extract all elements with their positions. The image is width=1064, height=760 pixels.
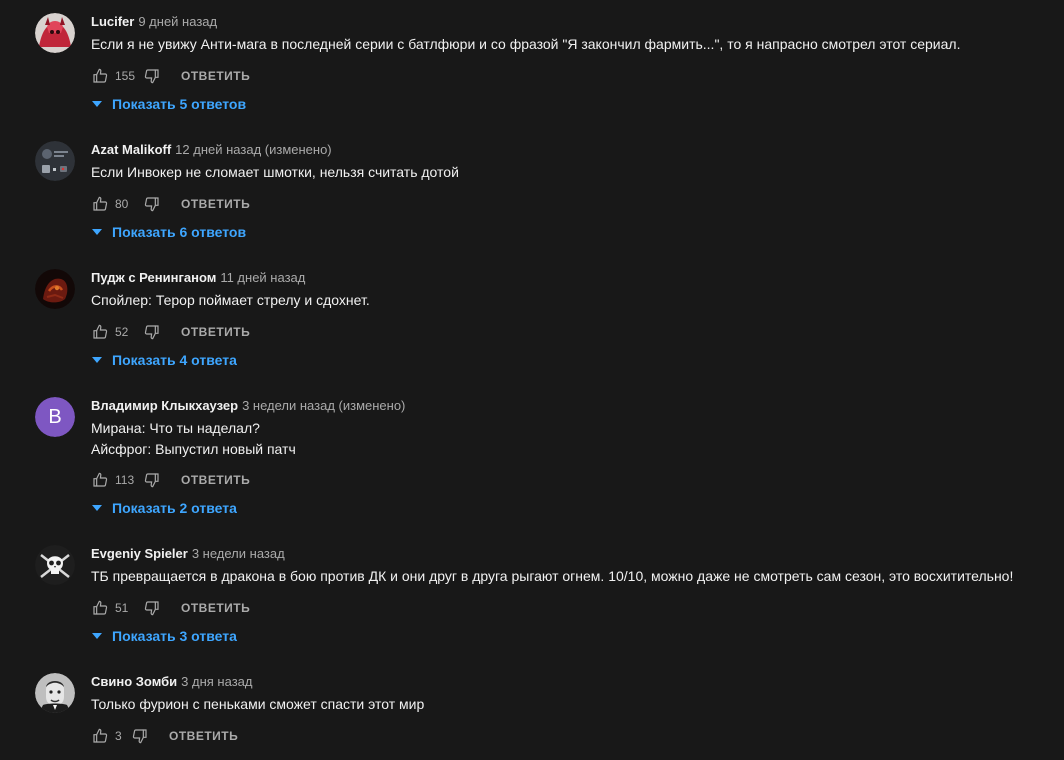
avatar-letter: В — [35, 397, 75, 437]
like-count: 3 — [115, 729, 122, 743]
show-replies-button[interactable]: Показать 2 ответа — [91, 498, 237, 518]
comment-timestamp[interactable]: 3 дня назад — [181, 674, 252, 689]
like-icon[interactable] — [91, 727, 109, 745]
comment-timestamp[interactable]: 11 дней назад — [220, 270, 305, 285]
caret-down-icon — [92, 633, 102, 639]
avatar[interactable] — [35, 269, 75, 309]
comment-author[interactable]: Свино Зомби — [91, 674, 177, 689]
comment-line: Мирана: Что ты наделал? — [91, 420, 260, 436]
comment-timestamp[interactable]: 3 недели назад (изменено) — [242, 398, 405, 413]
comment-actions: 51 ОТВЕТИТЬ — [91, 598, 250, 618]
like-icon[interactable] — [91, 599, 109, 617]
reply-button[interactable]: ОТВЕТИТЬ — [169, 729, 238, 743]
caret-down-icon — [92, 101, 102, 107]
avatar[interactable]: В — [35, 397, 75, 437]
show-replies-button[interactable]: Показать 6 ответов — [91, 222, 246, 242]
zombie-avatar-icon — [35, 673, 75, 713]
show-replies-label: Показать 5 ответов — [112, 96, 247, 112]
show-replies-label: Показать 2 ответа — [112, 500, 237, 516]
comments-list: Lucifer 9 дней назад Если я не увижу Анти… — [0, 0, 1064, 760]
show-replies-label: Показать 4 ответа — [112, 352, 237, 368]
like-icon[interactable] — [91, 471, 109, 489]
avatar[interactable] — [35, 545, 75, 585]
comment-actions: 155 ОТВЕТИТЬ — [91, 66, 250, 86]
pudge-avatar-icon — [35, 269, 75, 309]
show-replies-button[interactable]: Показать 3 ответа — [91, 626, 237, 646]
azat-avatar-icon — [35, 141, 75, 181]
lucifer-avatar-icon — [35, 13, 75, 53]
dislike-icon[interactable] — [143, 471, 161, 489]
comment-actions: 80 ОТВЕТИТЬ — [91, 194, 250, 214]
dislike-icon[interactable] — [143, 323, 161, 341]
reply-button[interactable]: ОТВЕТИТЬ — [181, 325, 250, 339]
skull-avatar-icon — [35, 545, 75, 585]
reply-button[interactable]: ОТВЕТИТЬ — [181, 473, 250, 487]
like-count: 51 — [115, 601, 129, 615]
reply-button[interactable]: ОТВЕТИТЬ — [181, 601, 250, 615]
like-count: 52 — [115, 325, 129, 339]
avatar[interactable] — [35, 13, 75, 53]
comment-timestamp[interactable]: 3 недели назад — [192, 546, 285, 561]
comment-text: Если Инвокер не сломает шмотки, нельзя с… — [91, 162, 459, 183]
show-replies-button[interactable]: Показать 5 ответов — [91, 94, 246, 114]
like-icon[interactable] — [91, 195, 109, 213]
comment-actions: 113 ОТВЕТИТЬ — [91, 470, 250, 490]
reply-button[interactable]: ОТВЕТИТЬ — [181, 197, 250, 211]
like-icon[interactable] — [91, 67, 109, 85]
like-count: 155 — [115, 69, 136, 83]
dislike-icon[interactable] — [143, 195, 161, 213]
comment-line: Только фурион с пеньками сможет спасти э… — [91, 696, 425, 712]
comment-author[interactable]: Azat Malikoff — [91, 142, 171, 157]
comment-text: Спойлер: Терор поймает стрелу и сдохнет. — [91, 290, 370, 311]
show-replies-label: Показать 6 ответов — [112, 224, 247, 240]
show-replies-label: Показать 3 ответа — [112, 628, 237, 644]
comment-line: Спойлер: Терор поймает стрелу и сдохнет. — [91, 292, 370, 308]
comment-text: Мирана: Что ты наделал? Айсфрог: Выпусти… — [91, 418, 296, 460]
avatar[interactable] — [35, 141, 75, 181]
avatar[interactable] — [35, 673, 75, 713]
comment-timestamp[interactable]: 12 дней назад (изменено) — [175, 142, 331, 157]
comment-timestamp[interactable]: 9 дней назад — [138, 14, 217, 29]
comment-text: ТБ превращается в дракона в бою против Д… — [91, 566, 1013, 587]
comment-author[interactable]: Пудж с Ренинганом — [91, 270, 216, 285]
like-count: 113 — [115, 473, 135, 487]
comment-author[interactable]: Владимир Клыкхаузер — [91, 398, 238, 413]
caret-down-icon — [92, 229, 102, 235]
comment-text: Если я не увижу Анти-мага в последней се… — [91, 34, 960, 55]
dislike-icon[interactable] — [131, 727, 149, 745]
dislike-icon[interactable] — [143, 599, 161, 617]
show-replies-button[interactable]: Показать 4 ответа — [91, 350, 237, 370]
caret-down-icon — [92, 505, 102, 511]
like-count: 80 — [115, 197, 129, 211]
comment-line: Если я не увижу Анти-мага в последней се… — [91, 36, 961, 52]
comment-actions: 3 ОТВЕТИТЬ — [91, 726, 238, 746]
dislike-icon[interactable] — [143, 67, 161, 85]
comment-line: Айсфрог: Выпустил новый патч — [91, 441, 296, 457]
like-icon[interactable] — [91, 323, 109, 341]
comment-actions: 52 ОТВЕТИТЬ — [91, 322, 250, 342]
comment-author[interactable]: Lucifer — [91, 14, 134, 29]
comment-author[interactable]: Evgeniy Spieler — [91, 546, 188, 561]
comment-text: Только фурион с пеньками сможет спасти э… — [91, 694, 424, 715]
comment-line: ТБ превращается в дракона в бою против Д… — [91, 568, 1014, 584]
comment-line: Если Инвокер не сломает шмотки, нельзя с… — [91, 164, 459, 180]
caret-down-icon — [92, 357, 102, 363]
reply-button[interactable]: ОТВЕТИТЬ — [181, 69, 250, 83]
